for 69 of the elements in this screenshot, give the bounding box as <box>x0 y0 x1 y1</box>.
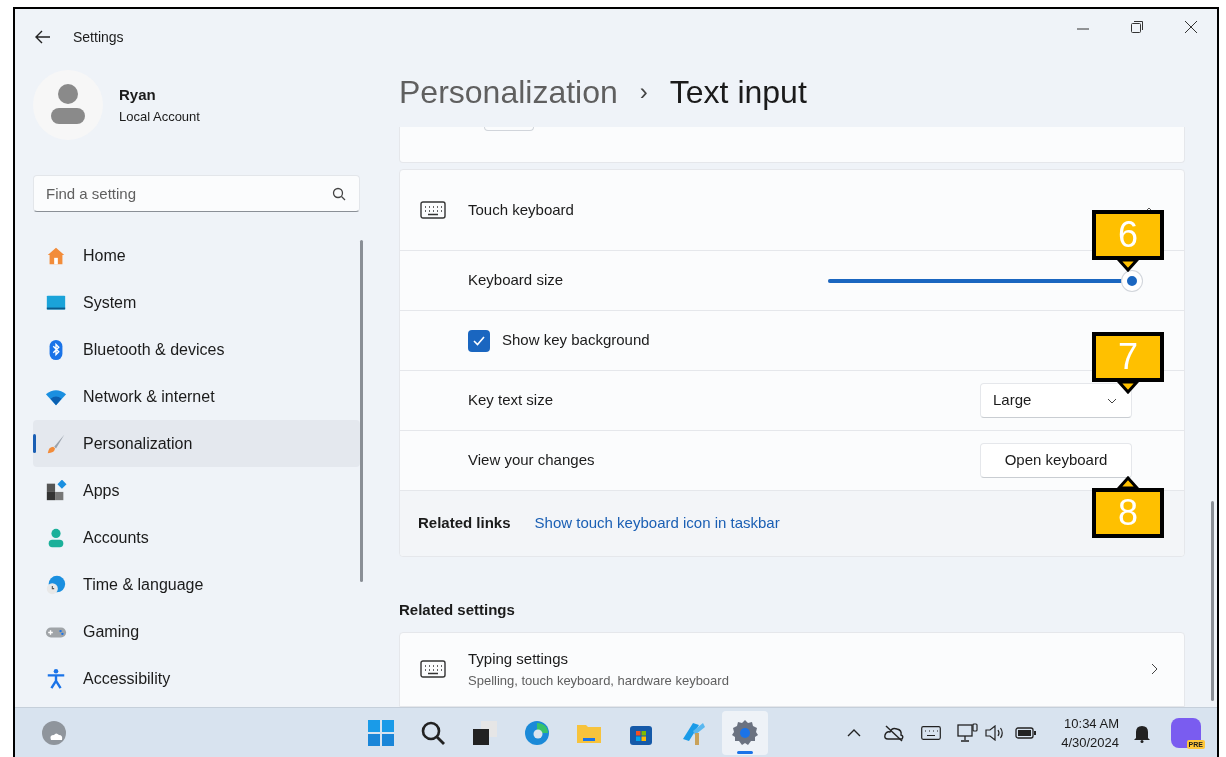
setting-label: View your changes <box>468 450 595 471</box>
search-icon <box>332 187 346 201</box>
account-type: Local Account <box>119 107 200 126</box>
nav-item[interactable]: System <box>33 279 360 326</box>
globe-clock-icon <box>45 573 67 596</box>
nav-item[interactable]: Home <box>33 232 360 279</box>
account-name: Ryan <box>119 85 157 105</box>
selection-indicator <box>33 434 36 453</box>
gear-icon <box>731 719 759 747</box>
clock[interactable]: 10:34 AM 4/30/2024 <box>1061 713 1119 752</box>
callout-badge: 7 <box>1092 332 1164 383</box>
setting-subtitle: Spelling, touch keyboard, hardware keyboard <box>468 671 730 690</box>
taskbar-icon-link[interactable]: Show touch keyboard icon in taskbar <box>534 512 780 535</box>
open-keyboard-button[interactable]: Open keyboard <box>980 443 1132 479</box>
apps-icon <box>45 479 67 502</box>
callout-pointer-icon <box>1117 260 1139 273</box>
setting-title: Typing settings <box>468 649 570 670</box>
chevron-up-icon[interactable] <box>847 728 862 737</box>
scrollbar[interactable] <box>360 240 363 582</box>
restore-icon[interactable] <box>1131 21 1143 33</box>
task-view-icon <box>471 719 499 747</box>
close-icon[interactable] <box>1185 21 1197 33</box>
window-title: Settings <box>73 27 124 47</box>
weather-icon[interactable] <box>41 719 67 746</box>
section-heading: Related settings <box>399 600 516 621</box>
checkbox-option[interactable]: Show key background <box>468 329 650 352</box>
nav-item[interactable]: Personalization <box>33 420 360 467</box>
section-title: Touch keyboard <box>468 200 574 220</box>
person-silhouette-icon <box>50 83 86 127</box>
nav-item[interactable]: Accounts <box>33 514 360 561</box>
chevron-right-icon <box>1151 663 1158 676</box>
slider[interactable] <box>828 270 1142 291</box>
scrollbar[interactable] <box>1211 501 1214 701</box>
network-icon[interactable] <box>957 722 980 743</box>
breadcrumb-separator: › <box>639 77 648 108</box>
accessibility-icon <box>45 667 67 690</box>
active-indicator <box>737 751 753 754</box>
dropdown[interactable]: Large <box>980 383 1132 419</box>
nav-item[interactable]: Gaming <box>33 608 360 655</box>
back-arrow-icon[interactable] <box>35 30 51 44</box>
callout-pointer-icon <box>1117 382 1139 395</box>
nav-item[interactable]: Apps <box>33 467 360 514</box>
checkmark-icon <box>473 335 485 346</box>
nav-item[interactable]: Time & language <box>33 561 360 608</box>
keyboard-icon <box>420 201 446 220</box>
search-field[interactable]: Find a setting <box>33 175 360 212</box>
volume-icon[interactable] <box>985 724 1006 741</box>
callout-badge: 6 <box>1092 210 1164 261</box>
setting-label: Keyboard size <box>468 270 564 291</box>
breadcrumb-parent[interactable]: Personalization <box>399 68 618 117</box>
browser-icon <box>523 719 551 747</box>
nav-item[interactable]: Network & internet <box>33 373 360 420</box>
page-title: Text input <box>669 73 807 113</box>
battery-icon[interactable] <box>1015 725 1038 740</box>
search-icon <box>419 719 447 747</box>
callout-badge: 8 <box>1092 488 1164 539</box>
callout-pointer-icon <box>1117 476 1139 489</box>
keyboard-icon <box>420 660 446 679</box>
chevron-down-icon <box>1107 397 1117 404</box>
setting-label: Key text size <box>468 390 554 411</box>
nav-item[interactable]: Bluetooth & devices <box>33 326 360 373</box>
checkbox[interactable] <box>468 329 490 352</box>
cloud-off-icon[interactable] <box>883 723 906 742</box>
windows-logo-icon <box>367 719 395 747</box>
keyboard-icon[interactable] <box>921 725 942 740</box>
related-links-label: Related links <box>418 513 511 534</box>
settings-link-card[interactable]: Typing settings Spelling, touch keyboard, hardware keyboard <box>399 631 1185 707</box>
slider-thumb[interactable] <box>1122 270 1142 291</box>
nav-item[interactable]: Accessibility <box>33 655 360 702</box>
